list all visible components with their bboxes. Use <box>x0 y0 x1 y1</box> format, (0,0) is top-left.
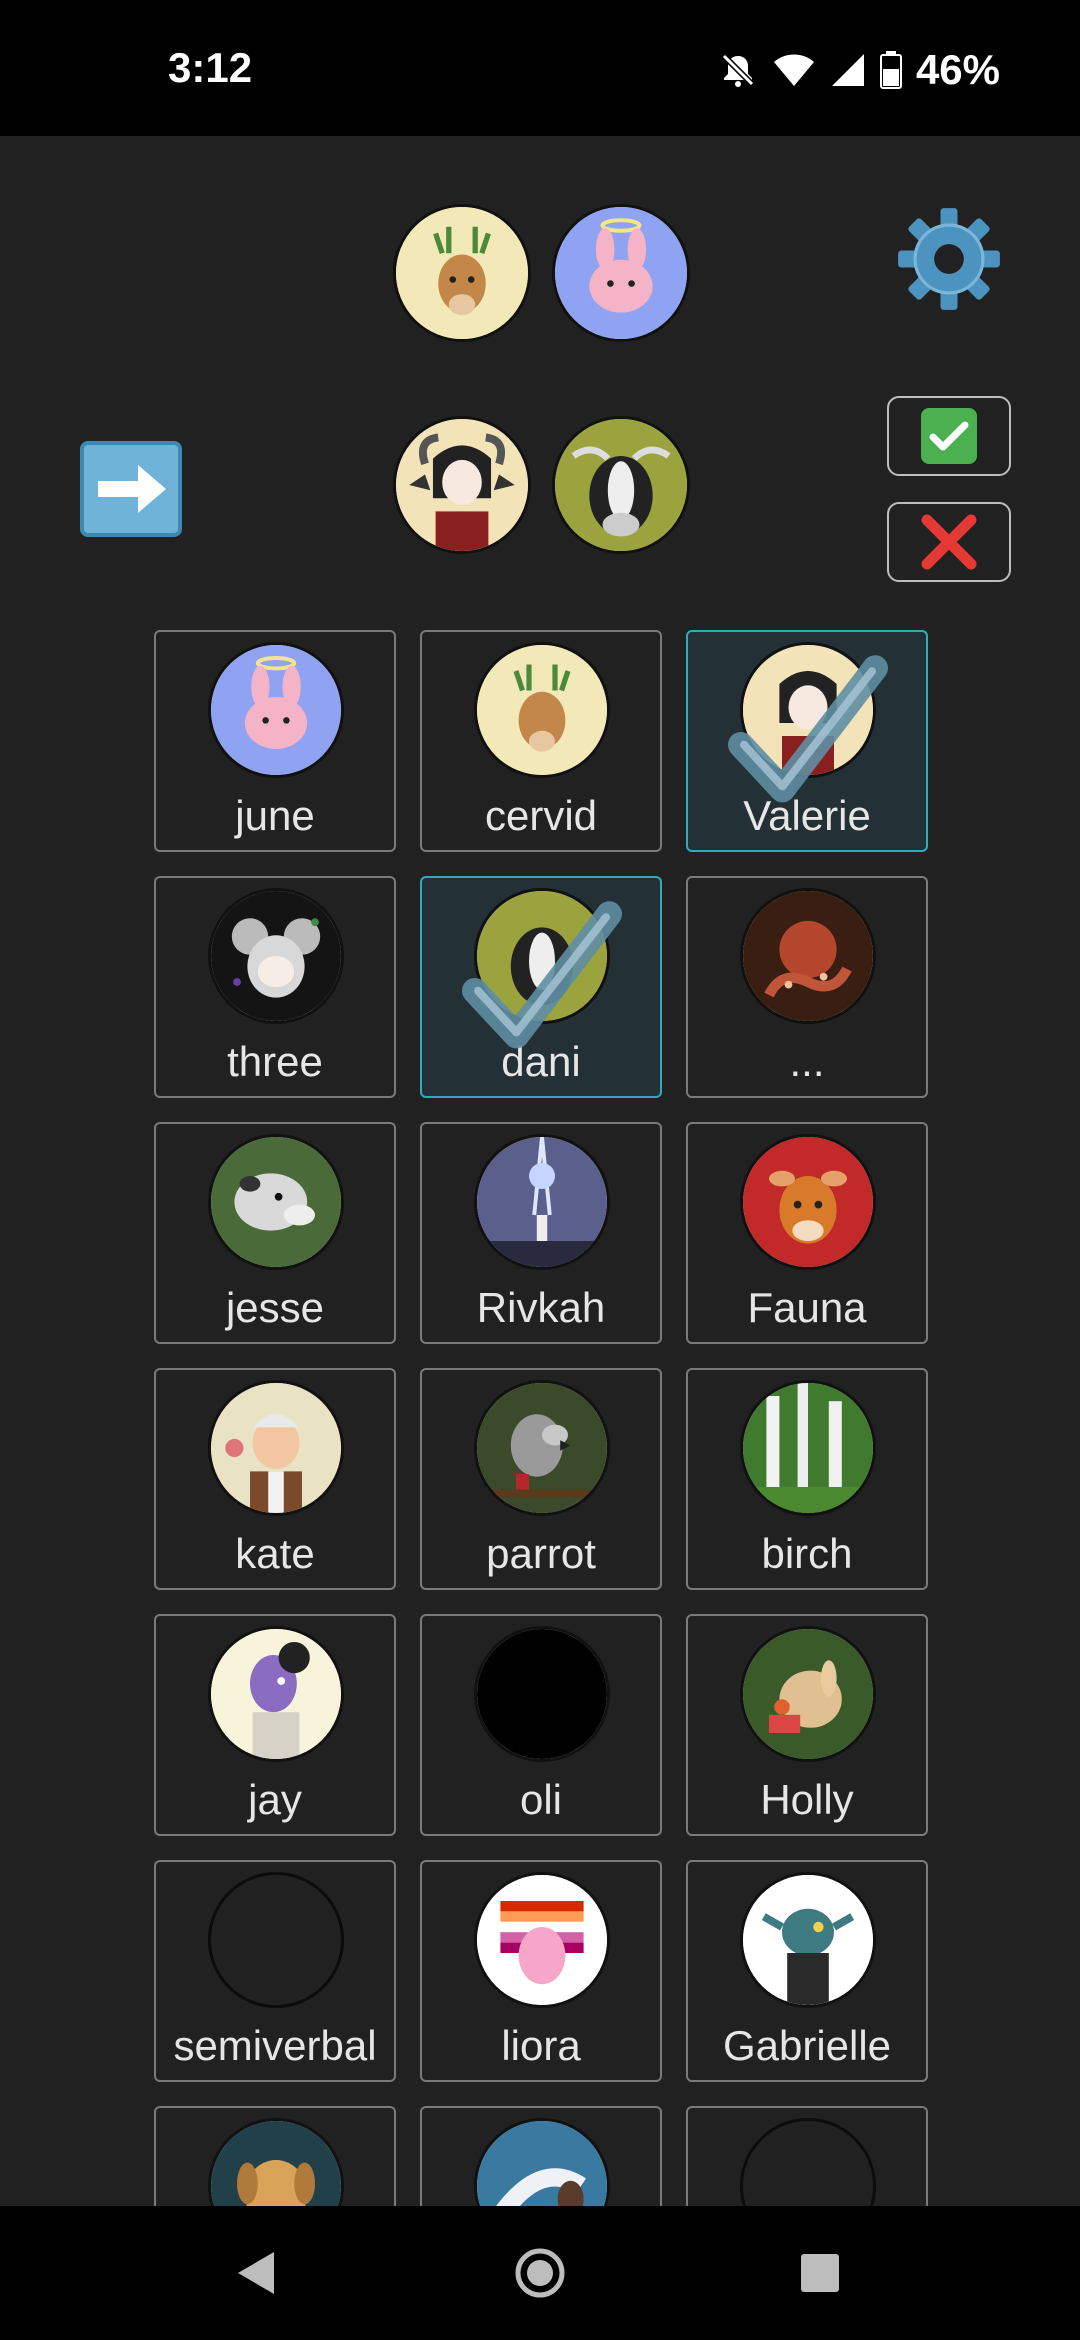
user-card[interactable]: semiverbal <box>154 1860 396 2082</box>
avatar <box>208 1872 344 2008</box>
user-name: jay <box>248 1776 302 1823</box>
wifi-icon <box>772 52 816 88</box>
avatar <box>474 642 610 778</box>
user-card[interactable]: birch <box>686 1368 928 1590</box>
user-name: Gabrielle <box>722 2022 892 2069</box>
avatar <box>474 2118 610 2206</box>
avatar <box>740 2118 876 2206</box>
avatar <box>208 888 344 1024</box>
user-name: birch <box>761 1530 853 1577</box>
user-card[interactable]: liora <box>420 1860 662 2082</box>
right-arrow-icon <box>98 465 166 513</box>
user-card[interactable]: jesse <box>154 1122 396 1344</box>
cell-signal-icon <box>830 52 866 88</box>
battery-percent: 46% <box>915 46 1000 93</box>
user-card[interactable] <box>420 2106 662 2206</box>
top-avatar-deer[interactable] <box>393 204 531 342</box>
avatar <box>474 1380 610 1516</box>
avatar <box>208 1626 344 1762</box>
back-triangle-icon <box>238 2252 274 2294</box>
confirm-button[interactable] <box>887 396 1011 476</box>
avatar <box>740 1626 876 1762</box>
user-name: liora <box>501 2022 581 2069</box>
user-name: semiverbal <box>173 2022 377 2069</box>
user-card[interactable]: oli <box>420 1614 662 1836</box>
top-avatar-horned-girl[interactable] <box>393 416 531 554</box>
user-name: Holly <box>760 1776 854 1823</box>
right-arrow-button[interactable] <box>80 441 182 537</box>
avatar <box>740 642 876 778</box>
avatar <box>740 888 876 1024</box>
user-name: kate <box>235 1530 315 1577</box>
avatar <box>208 2118 344 2206</box>
user-name: ... <box>789 1038 825 1085</box>
user-name: oli <box>519 1776 563 1823</box>
check-mark-icon <box>921 408 977 464</box>
user-name: parrot <box>486 1530 596 1577</box>
battery-icon <box>879 51 902 89</box>
user-name: jesse <box>225 1284 325 1331</box>
user-card[interactable]: jay <box>154 1614 396 1836</box>
avatar <box>208 1134 344 1270</box>
top-avatar-bunny[interactable] <box>552 204 690 342</box>
avatar <box>740 1380 876 1516</box>
avatar <box>208 642 344 778</box>
avatar <box>474 888 610 1024</box>
user-card[interactable]: ... <box>686 876 928 1098</box>
user-card[interactable]: three <box>154 876 396 1098</box>
user-card[interactable] <box>154 2106 396 2206</box>
status-icons: 46% <box>718 40 1000 100</box>
user-card[interactable]: Gabrielle <box>686 1860 928 2082</box>
navigation-bar <box>0 2206 1080 2340</box>
home-circle-icon <box>515 2248 565 2298</box>
user-card[interactable]: Valerie <box>686 630 928 852</box>
user-card[interactable]: june <box>154 630 396 852</box>
main-area: june cervid Valerie three dani... jesse Rivkah… <box>0 136 1080 2206</box>
user-name: june <box>235 792 315 839</box>
user-card[interactable] <box>686 2106 928 2206</box>
recents-button[interactable] <box>760 2206 880 2340</box>
gear-icon[interactable] <box>896 206 1002 312</box>
user-name: Rivkah <box>476 1284 606 1331</box>
user-name: Valerie <box>743 792 871 839</box>
bell-off-icon <box>718 50 758 90</box>
user-card[interactable]: kate <box>154 1368 396 1590</box>
user-card[interactable]: cervid <box>420 630 662 852</box>
cross-mark-icon <box>921 514 977 570</box>
user-card[interactable]: Fauna <box>686 1122 928 1344</box>
cancel-button[interactable] <box>887 502 1011 582</box>
user-card[interactable]: Rivkah <box>420 1122 662 1344</box>
user-card[interactable]: dani <box>420 876 662 1098</box>
user-card[interactable]: Holly <box>686 1614 928 1836</box>
user-name: Fauna <box>747 1284 867 1331</box>
avatar <box>474 1134 610 1270</box>
avatar <box>208 1380 344 1516</box>
user-card[interactable]: parrot <box>420 1368 662 1590</box>
home-button[interactable] <box>480 2206 600 2340</box>
status-time: 3:12 <box>168 44 253 91</box>
avatar <box>740 1134 876 1270</box>
avatar <box>474 1872 610 2008</box>
user-name: cervid <box>484 792 598 839</box>
avatar <box>740 1872 876 2008</box>
back-button[interactable] <box>196 2206 316 2340</box>
recents-square-icon <box>801 2254 839 2292</box>
top-avatar-cow[interactable] <box>552 416 690 554</box>
user-name: dani <box>501 1038 581 1085</box>
user-name: three <box>227 1038 323 1085</box>
avatar <box>474 1626 610 1762</box>
status-bar: 3:12 46% <box>0 0 1080 136</box>
